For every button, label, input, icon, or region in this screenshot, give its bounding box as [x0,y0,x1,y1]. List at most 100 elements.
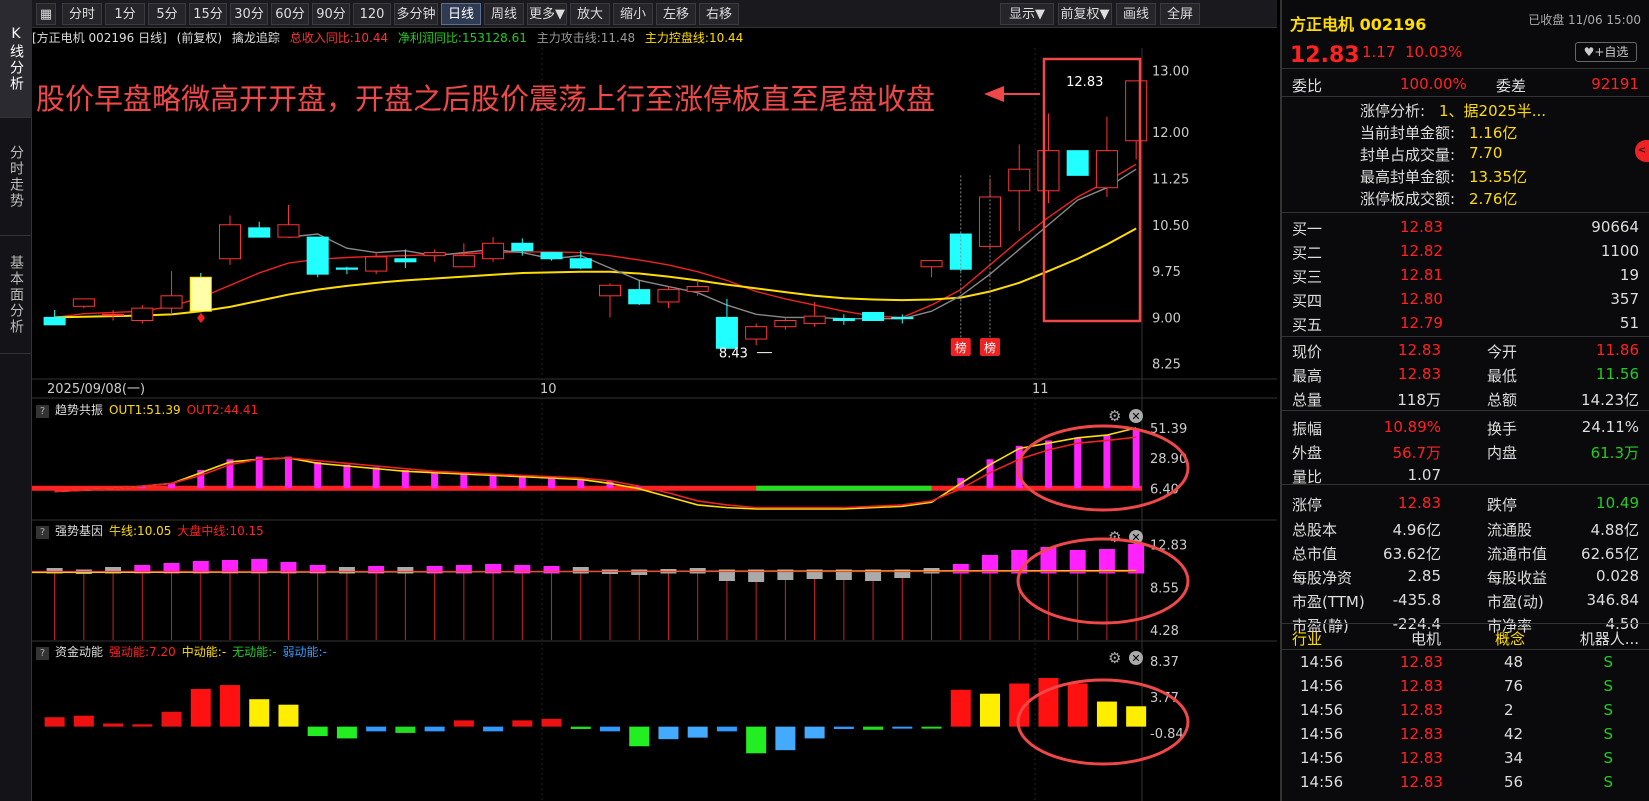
help-icon[interactable]: ? [36,526,49,539]
sub1-line [54,427,1137,510]
sub3-bar [161,711,182,727]
period-button-15[interactable]: 右移 [699,3,739,25]
quote-panel: 方正电机 002196 已收盘 11/06 15:00 12.83 1.17 10.03… [1280,0,1649,801]
toolbar-right-3[interactable]: 全屏 [1160,3,1200,25]
candle [189,276,212,312]
period-button-1[interactable]: 1分 [105,3,145,25]
period-button-7[interactable]: 120分 [353,3,391,44]
period-button-3[interactable]: 15分 [189,3,227,25]
tick-side: S [1603,653,1613,671]
candle [832,318,855,322]
stat-label: 总额 [1487,391,1518,409]
sub1-bar [255,456,263,489]
ma-line [288,168,1137,320]
sub3-bar [980,693,1000,727]
sub3-bar [73,715,94,727]
sub1-bar [431,471,439,489]
sub3-bar [512,720,533,727]
tick-time: 14:56 [1300,749,1344,767]
period-button-4[interactable]: 30分 [230,3,268,25]
sub1-bar [284,456,292,489]
tick-time: 14:56 [1300,701,1344,719]
arrowhead-icon [984,86,1004,102]
tick-row: 14:56 12.83 42 S [1282,722,1649,746]
sub3-bar [541,718,562,727]
stat-value: 62.65亿 [1581,545,1639,563]
limit-label: 当前封单金额: [1360,124,1456,142]
period-button-14[interactable]: 左移 [656,3,696,25]
gear-icon[interactable]: ⚙ [1108,528,1121,546]
sub1-bar [460,472,468,489]
stat-value: -435.8 [1392,591,1441,609]
chart-area: [方正电机 002196 日线] (前复权) 擒龙追踪 总收入同比:10.44 … [32,28,1277,801]
sub1-y-tick: 28.90 [1150,452,1187,467]
x-tick-label: 11 [1032,382,1049,397]
gear-icon[interactable]: ⚙ [1108,649,1121,667]
sub1-bar [1044,440,1052,489]
sub3-bar [629,726,650,747]
tick-time: 14:56 [1300,653,1344,671]
add-favorite-button[interactable]: ♥+自选 [1575,42,1637,62]
candle [365,256,388,272]
period-button-10[interactable]: 周线 [484,3,524,25]
close-icon-glyph: ✕ [1131,410,1140,423]
side-tab-2[interactable]: 基本面分析 [0,236,32,354]
sub3-bar [483,726,504,732]
price-change-pct: 10.03% [1405,43,1463,61]
candle [72,298,95,307]
period-button-2[interactable]: 5分 [148,3,186,25]
limit-info-row: 涨停分析: 1、据2025半... [1282,97,1649,121]
stat-value: 10.49 [1596,494,1639,512]
sub3-bar [804,726,825,739]
stat-row: 现价 12.83 今开 11.86 [1282,338,1649,362]
sub3-bar [132,724,153,727]
period-button-9[interactable]: 日线 [441,3,481,25]
period-button-0[interactable]: 分时 [62,3,102,25]
sub3-bar [278,704,299,727]
divider [1282,623,1649,624]
stat-value: 12.83 [1398,365,1441,383]
bid-level: 买四 [1292,292,1323,310]
y-tick: 10.50 [1152,219,1189,234]
candle [1125,80,1148,142]
sub3-bar [570,726,591,729]
sub3-bar [249,699,270,727]
stat-label: 今开 [1487,343,1518,361]
tick-price: 12.83 [1400,725,1443,743]
candle [511,242,534,252]
period-button-6[interactable]: 90分 [312,3,350,25]
stat-label: 总股本 [1292,521,1338,539]
divider [1282,212,1649,213]
toolbar-right-0[interactable]: 显示▼ [1000,3,1054,25]
stat-label: 最高 [1292,367,1323,385]
toolbar-right-2[interactable]: 画线 [1116,3,1156,25]
side-tab-1[interactable]: 分时走势 [0,118,32,236]
gear-icon[interactable]: ⚙ [1108,407,1121,425]
period-button-8[interactable]: 多分钟 [394,3,438,25]
candle [540,252,563,260]
stat-row: 总市值 63.62亿 流通市值 62.65亿 [1282,540,1649,564]
toolbar-right-1[interactable]: 前复权▼ [1058,3,1112,25]
stat-row: 总量 118万 总额 14.23亿 [1282,386,1649,410]
sub3-bar [424,726,445,732]
candle [1008,168,1031,192]
period-button-12[interactable]: 放大 [570,3,610,25]
grid-icon[interactable]: ▦ [36,3,56,25]
period-button-11[interactable]: 更多▼ [527,3,567,25]
sub3-bar [658,726,679,740]
period-toolbar: ▦ 分时1分5分15分30分60分90分120分多分钟日线周线更多▼放大缩小左移右… [32,0,1277,44]
stat-label: 涨停 [1292,496,1323,514]
sub3-bar [336,726,357,739]
side-tab-0[interactable]: K线分析 [0,0,32,118]
limit-info-row: 当前封单金额: 1.16亿 [1282,119,1649,143]
candle [1095,150,1118,189]
sub3-bar [716,726,737,732]
period-button-5[interactable]: 60分 [271,3,309,25]
limit-label: 涨停板成交额: [1360,190,1456,208]
market-status: 已收盘 11/06 15:00 [1528,13,1641,27]
help-icon[interactable]: ? [36,647,49,660]
concept-value: 机器人... [1579,630,1639,648]
candle [43,316,66,326]
period-button-13[interactable]: 缩小 [613,3,653,25]
help-icon[interactable]: ? [36,405,49,418]
